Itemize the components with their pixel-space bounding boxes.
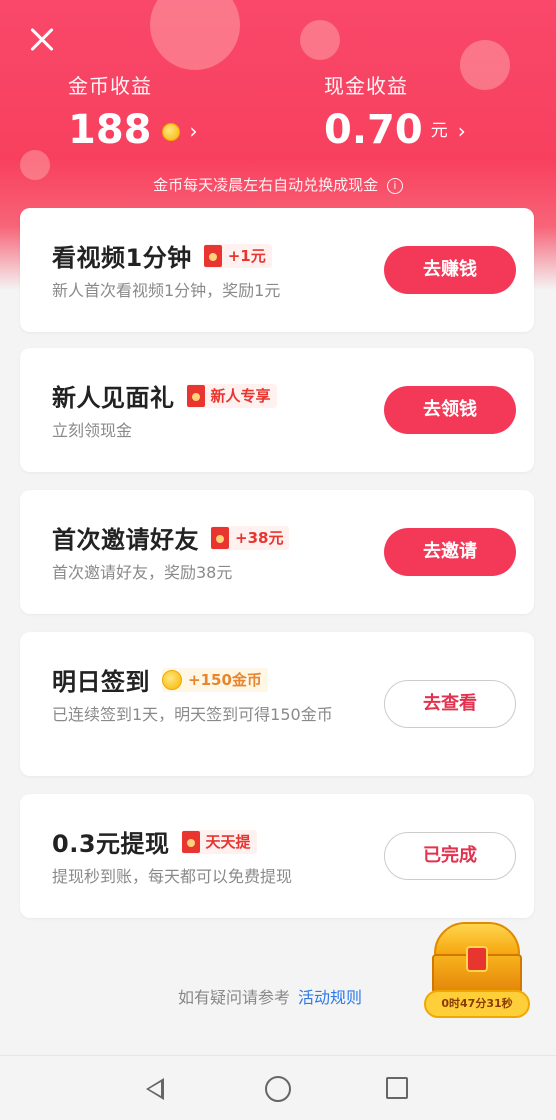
- reward-badge: +1元: [203, 243, 272, 268]
- reward-badge: +150金币: [162, 667, 268, 692]
- cash-earnings-value: 0.70: [324, 107, 423, 153]
- chevron-right-icon: ›: [457, 119, 466, 143]
- reward-badge-text: +150金币: [188, 671, 262, 689]
- reward-badge-text: +38元: [235, 529, 284, 547]
- task-title: 明日签到: [52, 668, 150, 696]
- close-icon[interactable]: [22, 20, 62, 60]
- reward-badge-text: 天天提: [205, 833, 251, 851]
- coin-earnings-value: 188: [68, 107, 152, 153]
- task-card-checkin: 明日签到 +150金币 已连续签到1天，明天签到可得150金币 去查看: [20, 632, 534, 776]
- cash-earnings-link[interactable]: 0.70 元 ›: [324, 107, 466, 153]
- rules-prompt: 如有疑问请参考: [178, 988, 291, 1007]
- earn-money-button[interactable]: 去赚钱: [384, 246, 516, 294]
- view-checkin-button[interactable]: 去查看: [384, 680, 516, 728]
- back-icon[interactable]: [146, 1078, 164, 1100]
- gold-coin-icon: [162, 669, 182, 690]
- home-icon[interactable]: [265, 1076, 291, 1102]
- reward-badge: 新人专享: [186, 383, 277, 408]
- task-desc: 已连续签到1天，明天签到可得150金币: [52, 705, 333, 724]
- reward-badge: 天天提: [181, 829, 257, 854]
- task-desc: 提现秒到账，每天都可以免费提现: [52, 867, 293, 886]
- task-card-newbie-gift: 新人见面礼 新人专享 立刻领现金 去领钱: [20, 348, 534, 472]
- task-desc: 新人首次看视频1分钟，奖励1元: [52, 281, 281, 300]
- task-desc: 立刻领现金: [52, 421, 133, 440]
- task-title: 新人见面礼: [52, 384, 175, 412]
- exchange-notice-text: 金币每天凌晨左右自动兑换成现金: [153, 176, 379, 194]
- reward-badge-text: +1元: [227, 247, 266, 265]
- bokeh-decor: [150, 0, 240, 70]
- task-card-watch-video: 看视频1分钟 +1元 新人首次看视频1分钟，奖励1元 去赚钱: [20, 208, 534, 332]
- coin-earnings-link[interactable]: 188 ›: [68, 107, 198, 153]
- completed-button[interactable]: 已完成: [384, 832, 516, 880]
- exchange-notice: 金币每天凌晨左右自动兑换成现金 i: [0, 174, 556, 195]
- reward-badge: +38元: [211, 525, 290, 550]
- bokeh-decor: [460, 40, 510, 90]
- claim-money-button[interactable]: 去领钱: [384, 386, 516, 434]
- task-title: 首次邀请好友: [52, 526, 199, 554]
- gold-coin-icon: [161, 123, 180, 141]
- red-packet-icon: [203, 244, 222, 267]
- coin-earnings[interactable]: 金币收益 188 ›: [68, 70, 198, 153]
- invite-button[interactable]: 去邀请: [384, 528, 516, 576]
- treasure-chest[interactable]: 0时47分31秒: [424, 918, 530, 1022]
- task-card-invite-friend: 首次邀请好友 +38元 首次邀请好友，奖励38元 去邀请: [20, 490, 534, 614]
- task-title: 看视频1分钟: [52, 244, 192, 272]
- task-title: 0.3元提现: [52, 830, 170, 858]
- chevron-right-icon: ›: [189, 119, 198, 143]
- info-icon[interactable]: i: [386, 178, 403, 194]
- red-packet-icon: [181, 830, 200, 853]
- reward-badge-text: 新人专享: [210, 387, 271, 405]
- activity-rules-link[interactable]: 活动规则: [298, 988, 362, 1007]
- cash-earnings[interactable]: 现金收益 0.70 元 ›: [324, 70, 466, 153]
- cash-earnings-label: 现金收益: [324, 74, 408, 98]
- coin-earnings-label: 金币收益: [68, 74, 152, 98]
- cash-unit: 元: [430, 121, 448, 141]
- red-packet-icon: [186, 384, 205, 407]
- chest-timer: 0时47分31秒: [424, 990, 530, 1018]
- system-nav-bar: [0, 1055, 556, 1120]
- task-card-withdraw: 0.3元提现 天天提 提现秒到账，每天都可以免费提现 已完成: [20, 794, 534, 918]
- red-packet-icon: [466, 946, 488, 972]
- rules-footer: 如有疑问请参考 活动规则: [178, 984, 362, 1008]
- task-desc: 首次邀请好友，奖励38元: [52, 563, 233, 582]
- bokeh-decor: [300, 20, 340, 60]
- red-packet-icon: [211, 526, 229, 549]
- recent-apps-icon[interactable]: [386, 1077, 408, 1099]
